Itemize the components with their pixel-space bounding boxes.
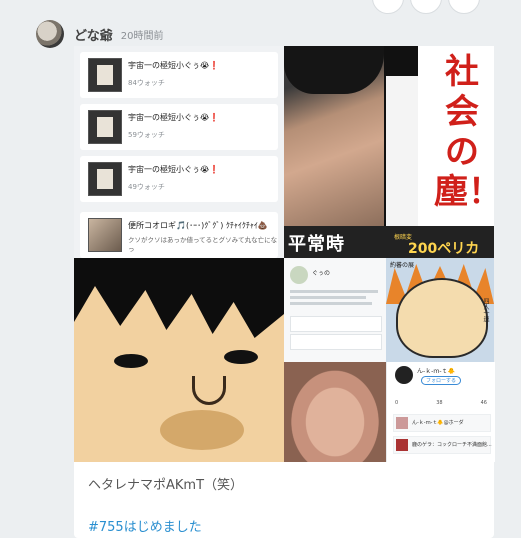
stat-value: 46 [480,400,487,406]
profile-avatar [395,366,413,384]
image-list-screenshot[interactable]: 宇宙一の極短小ぐぅ😭❗ 84ウォッチ 宇宙一の極短小ぐぅ😭❗ 59ウォッチ 宇宙… [74,46,284,258]
post-caption: ヘタレナマポAKmT（笑） [88,478,244,493]
row-text: 鹿のゲラ：コックローチ不満面館... [412,442,492,448]
post-time[interactable]: 20時間前 [121,27,164,42]
mini-name: ぐぅの [312,270,331,277]
post-header: どな爺 20時間前 [36,20,163,48]
stat-value: 0 [395,400,399,406]
avatar[interactable] [36,20,64,48]
list-item-views: 84ウォッチ [128,79,165,87]
profile-stats: 0 38 46 [395,400,487,406]
cartoon-eye [224,350,258,364]
mini-item [290,334,382,350]
mini-profile-screenshot[interactable]: ぐぅの [284,258,386,362]
profile-name: ん-ｋ-ｍ-ｔ🐥 [417,368,455,375]
post-card: 宇宙一の極短小ぐぅ😭❗ 84ウォッチ 宇宙一の極短小ぐぅ😭❗ 59ウォッチ 宇宙… [74,46,495,538]
list-item-views: 59ウォッチ [128,131,165,139]
follow-button: フォローする [421,376,462,385]
list-thumb [88,58,122,92]
list-thumb [88,218,122,252]
image-grid[interactable]: 宇宙一の極短小ぐぅ😭❗ 84ウォッチ 宇宙一の極短小ぐぅ😭❗ 59ウォッチ 宇宙… [74,46,495,462]
cartoon-eye [114,354,148,368]
text-line [290,296,366,299]
row-thumb [396,439,408,451]
username[interactable]: どな爺 [74,25,113,44]
cartoon-hair [74,258,284,338]
cartoon-face-image[interactable] [74,258,284,462]
heart-icon[interactable] [410,0,442,14]
poster-image[interactable]: 社会の塵！ 平常時 根暗変 200ペリカ [284,46,494,258]
poster-label: 平常時 [288,234,345,255]
list-item-desc: クソがクソはあっか値ってるとグソみて丸な亡になっ [128,236,278,253]
mini-avatar [290,266,308,284]
text-line [290,302,372,305]
manga-image[interactable]: 約蕃の展 四人一連 [386,258,494,362]
text-line [290,290,378,293]
list-item-title: 宇宙一の極短小ぐぅ😭❗ [128,165,220,174]
cartoon-mouth [160,410,244,450]
list-item-title: 宇宙一の極短小ぐぅ😭❗ [128,61,220,70]
cartoon-nose [192,376,226,405]
list-thumb [88,110,122,144]
list-item-title: 宇宙一の極短小ぐぅ😭❗ [128,113,220,122]
manga-face [396,278,488,358]
post-actions [372,0,480,14]
stat-value: 38 [436,400,443,406]
list-thumb [88,162,122,196]
list-item-title: 便所コオロギ🎵(･ｰ･)ｸﾞｸﾞ) ｸﾁｬｲｸﾁｬｲ💩 [128,221,268,230]
manga-title: 約蕃の展 [390,262,415,269]
list-item: 宇宙一の極短小ぐぅ😭❗ 84ウォッチ [80,52,278,98]
list-item: 宇宙一の極短小ぐぅ😭❗ 49ウォッチ [80,156,278,202]
more-icon[interactable] [448,0,480,14]
poster-hair [284,46,384,94]
poster-illustration [384,46,418,226]
profile-row: 鹿のゲラ：コックローチ不満面館... [393,436,492,454]
profile-row: ん-ｋ-ｍ-ｔ🐥@ホーダ [393,414,491,432]
list-item-views: 49ウォッチ [128,183,165,191]
list-item: 便所コオロギ🎵(･ｰ･)ｸﾞｸﾞ) ｸﾁｬｲｸﾁｬｲ💩 クソがクソはあっか値って… [80,212,278,258]
mini-item [290,316,382,332]
poster-price: 200ペリカ [408,241,480,257]
poster-slogan: 社会の塵！ [434,52,494,212]
profile-screenshot[interactable]: ん-ｋ-ｍ-ｔ🐥 フォローする 0 38 46 ん-ｋ-ｍ-ｔ🐥@ホーダ 鹿のゲ… [386,362,495,462]
list-item: 宇宙一の極短小ぐぅ😭❗ 59ウォッチ [80,104,278,150]
retweet-icon[interactable] [372,0,404,14]
poster-photo [284,46,384,226]
hashtag-link[interactable]: #755はじめました [88,516,202,535]
photo-man-image[interactable] [284,362,386,462]
manga-sub: 四人一連 [482,298,489,322]
row-thumb [396,417,408,429]
row-text: ん-ｋ-ｍ-ｔ🐥@ホーダ [412,420,464,426]
